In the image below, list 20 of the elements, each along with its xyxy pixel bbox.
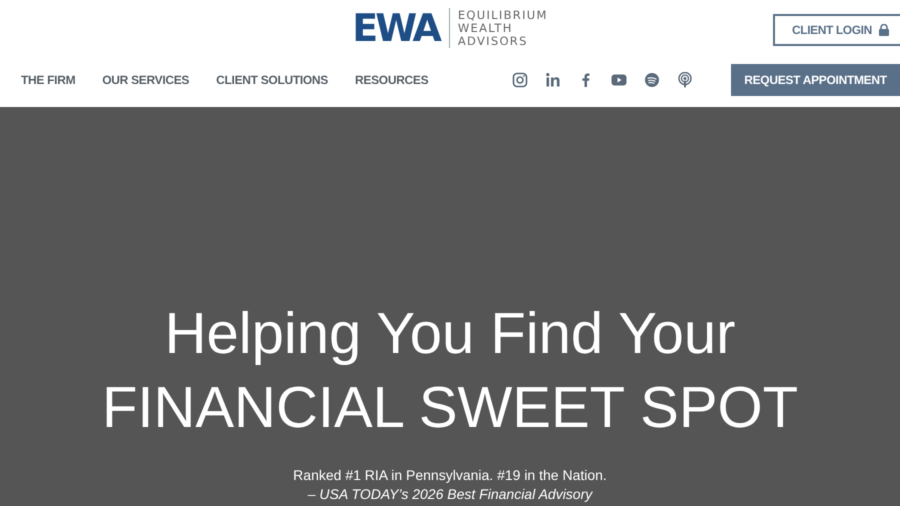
client-login-button[interactable]: CLIENT LOGIN (773, 14, 900, 46)
instagram-icon[interactable] (512, 72, 528, 88)
nav-link[interactable]: RESOURCES (355, 72, 428, 86)
hero-heading: Helping You Find Your (164, 300, 736, 368)
logo-name-text[interactable]: WEALTH (458, 22, 548, 34)
ranking-text: Ranked #1 RIA in Pennsylvania. #19 in the Nation. (293, 466, 607, 485)
source-text: – USA TODAY’s 2026 Best Financial Advisory (308, 485, 592, 504)
logo-name-text[interactable]: ADVISORS (458, 34, 548, 48)
podcast-icon[interactable] (677, 72, 694, 88)
logo-mark[interactable]: EWA (352, 8, 439, 48)
hero-heading: FINANCIAL SWEET SPOT (102, 374, 798, 442)
nav-link[interactable]: THE FIRM (21, 72, 76, 86)
logo-name-text[interactable]: EQUILIBRIUM (458, 8, 548, 22)
request-appointment-button[interactable]: REQUEST APPOINTMENT (731, 64, 900, 96)
spotify-icon[interactable] (644, 72, 660, 88)
youtube-icon[interactable] (611, 72, 628, 88)
nav-link[interactable]: CLIENT SOLUTIONS (216, 72, 328, 86)
linkedin-icon[interactable] (545, 72, 562, 88)
nav-link[interactable]: OUR SERVICES (102, 72, 190, 86)
lock-icon (878, 24, 889, 36)
